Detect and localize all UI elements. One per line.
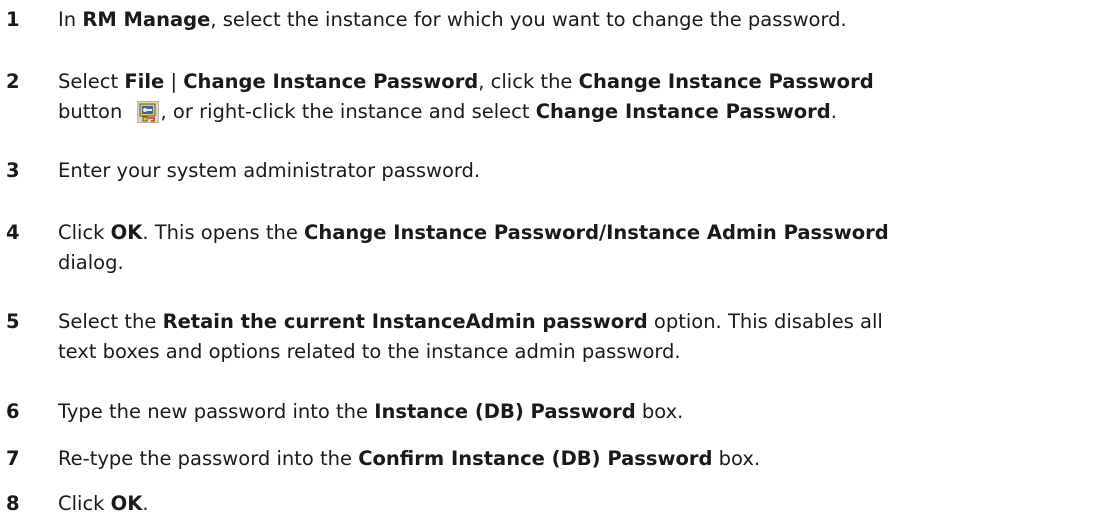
procedure-steps: 1 In RM Manage, select the instance for … xyxy=(0,0,1108,518)
step-text: Type the new password into the Instance … xyxy=(58,400,684,423)
step-text-line-1: Click OK. This opens the Change Instance… xyxy=(58,221,889,244)
step-text-line-2: text boxes and options related to the in… xyxy=(58,340,681,363)
step-number: 2 xyxy=(6,70,20,93)
step-text: Enter your system administrator password… xyxy=(58,159,481,182)
step-text: In RM Manage, select the instance for wh… xyxy=(58,8,847,31)
step-text-line-2: dialog. xyxy=(58,251,124,274)
step-number: 1 xyxy=(6,8,20,31)
step-number: 7 xyxy=(6,447,20,470)
step-text: Re-type the password into the Confirm In… xyxy=(58,447,761,470)
step-number: 4 xyxy=(6,221,20,244)
step-number: 6 xyxy=(6,400,20,423)
step-text-line-2: button , or right-click the instance and… xyxy=(58,100,837,123)
step-text-line-1: Select File | Change Instance Password, … xyxy=(58,70,874,93)
change-instance-password-icon xyxy=(136,101,159,123)
step-number: 8 xyxy=(6,492,20,515)
step-text: Click OK. xyxy=(58,492,149,515)
step-number: 3 xyxy=(6,159,20,182)
step-number: 5 xyxy=(6,310,20,333)
step-text-line-1: Select the Retain the current InstanceAd… xyxy=(58,310,883,333)
